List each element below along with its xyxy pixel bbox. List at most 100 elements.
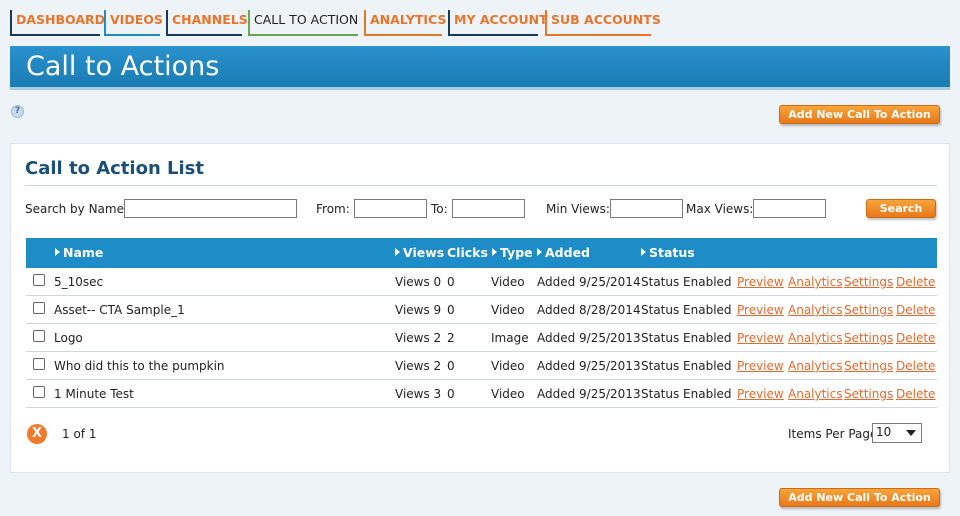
from-date-input[interactable] (354, 199, 427, 218)
row-status: Status Enabled (641, 331, 732, 345)
row-status: Status Enabled (641, 303, 732, 317)
row-checkbox[interactable] (33, 330, 45, 342)
row-type: Video (491, 275, 525, 289)
row-views: Views 3 (395, 387, 442, 401)
column-header-type[interactable]: Type (492, 245, 533, 260)
delete-link[interactable]: Delete (896, 303, 935, 317)
analytics-link[interactable]: Analytics (788, 387, 843, 401)
tab-my-account[interactable]: MY ACCOUNT (448, 10, 548, 36)
row-clicks: 0 (447, 303, 455, 317)
row-checkbox[interactable] (33, 302, 45, 314)
preview-link[interactable]: Preview (737, 331, 784, 345)
settings-link[interactable]: Settings (844, 303, 893, 317)
table-header: Name Views Clicks Type Added Status (26, 238, 937, 268)
row-added: Added 9/25/2013 (537, 331, 641, 345)
column-header-clicks: Clicks (447, 245, 488, 260)
row-name: Who did this to the pumpkin (54, 359, 225, 373)
delete-link[interactable]: Delete (896, 387, 935, 401)
add-call-to-action-button-bottom[interactable]: Add New Call To Action (779, 488, 940, 507)
sort-arrow-icon (395, 248, 400, 256)
row-type: Video (491, 359, 525, 373)
analytics-link[interactable]: Analytics (788, 359, 843, 373)
row-name: 5_10sec (54, 275, 104, 289)
row-type: Video (491, 387, 525, 401)
items-per-page-value: 10 (876, 425, 892, 439)
delete-link[interactable]: Delete (896, 359, 935, 373)
chevron-down-icon (906, 430, 916, 436)
sort-arrow-icon (537, 248, 542, 256)
settings-link[interactable]: Settings (844, 275, 893, 289)
row-status: Status Enabled (641, 359, 732, 373)
page-info: 1 of 1 (62, 427, 97, 441)
row-clicks: 0 (447, 387, 455, 401)
row-views: Views 0 (395, 275, 442, 289)
to-label: To: (431, 202, 448, 216)
min-views-input[interactable] (610, 199, 683, 218)
preview-link[interactable]: Preview (737, 303, 784, 317)
tab-dashboard[interactable]: DASHBOARD (10, 10, 105, 36)
tab-sub-accounts[interactable]: SUB ACCOUNTS (545, 10, 661, 36)
search-button[interactable]: Search (866, 199, 936, 218)
column-header-name[interactable]: Name (55, 245, 103, 260)
row-name: Asset-- CTA Sample_1 (54, 303, 185, 317)
help-icon[interactable]: ? (11, 105, 24, 118)
row-checkbox[interactable] (33, 358, 45, 370)
column-header-status[interactable]: Status (641, 245, 695, 260)
panel-title: Call to Action List (25, 158, 204, 179)
row-clicks: 0 (447, 359, 455, 373)
search-name-label: Search by Name: (25, 202, 129, 216)
table-row: Logo Views 2 2 Image Added 9/25/2013 Sta… (26, 324, 937, 352)
analytics-link[interactable]: Analytics (788, 331, 843, 345)
min-views-label: Min Views: (546, 202, 610, 216)
row-status: Status Enabled (641, 275, 732, 289)
items-per-page-label: Items Per Page (788, 427, 878, 441)
analytics-link[interactable]: Analytics (788, 275, 843, 289)
sort-arrow-icon (492, 248, 497, 256)
items-per-page-select[interactable]: 10 (872, 423, 922, 443)
row-views: Views 2 (395, 331, 442, 345)
settings-link[interactable]: Settings (844, 359, 893, 373)
column-header-views[interactable]: Views (395, 245, 444, 260)
preview-link[interactable]: Preview (737, 359, 784, 373)
table-row: 5_10sec Views 0 0 Video Added 9/25/2014 … (26, 268, 937, 296)
row-checkbox[interactable] (33, 386, 45, 398)
to-date-input[interactable] (452, 199, 525, 218)
column-header-added[interactable]: Added (537, 245, 590, 260)
divider (25, 185, 937, 186)
delete-link[interactable]: Delete (896, 275, 935, 289)
row-clicks: 0 (447, 275, 455, 289)
row-views: Views 2 (395, 359, 442, 373)
clear-x-icon[interactable]: X (27, 424, 47, 444)
settings-link[interactable]: Settings (844, 331, 893, 345)
table-row: Who did this to the pumpkin Views 2 0 Vi… (26, 352, 937, 380)
search-name-input[interactable] (124, 199, 297, 218)
row-added: Added 9/25/2014 (537, 275, 641, 289)
table-row: 1 Minute Test Views 3 0 Video Added 9/25… (26, 380, 937, 408)
row-added: Added 9/25/2013 (537, 359, 641, 373)
row-added: Added 9/25/2013 (537, 387, 641, 401)
row-type: Video (491, 303, 525, 317)
add-call-to-action-button-top[interactable]: Add New Call To Action (779, 105, 940, 124)
tab-videos[interactable]: VIDEOS (104, 10, 163, 36)
tab-channels[interactable]: CHANNELS (166, 10, 248, 36)
analytics-link[interactable]: Analytics (788, 303, 843, 317)
sort-arrow-icon (55, 248, 60, 256)
from-label: From: (316, 202, 350, 216)
preview-link[interactable]: Preview (737, 275, 784, 289)
tab-call-to-action[interactable]: CALL TO ACTION (248, 10, 358, 36)
page-header: Call to Actions (10, 46, 950, 90)
row-added: Added 8/28/2014 (537, 303, 641, 317)
cta-list-panel: Call to Action List Search by Name: From… (10, 143, 950, 473)
tab-analytics[interactable]: ANALYTICS (364, 10, 446, 36)
table-row: Asset-- CTA Sample_1 Views 9 0 Video Add… (26, 296, 937, 324)
delete-link[interactable]: Delete (896, 331, 935, 345)
page-title: Call to Actions (26, 51, 220, 82)
row-name: Logo (54, 331, 83, 345)
row-checkbox[interactable] (33, 274, 45, 286)
preview-link[interactable]: Preview (737, 387, 784, 401)
sort-arrow-icon (641, 248, 646, 256)
max-views-input[interactable] (753, 199, 826, 218)
settings-link[interactable]: Settings (844, 387, 893, 401)
row-clicks: 2 (447, 331, 455, 345)
row-status: Status Enabled (641, 387, 732, 401)
